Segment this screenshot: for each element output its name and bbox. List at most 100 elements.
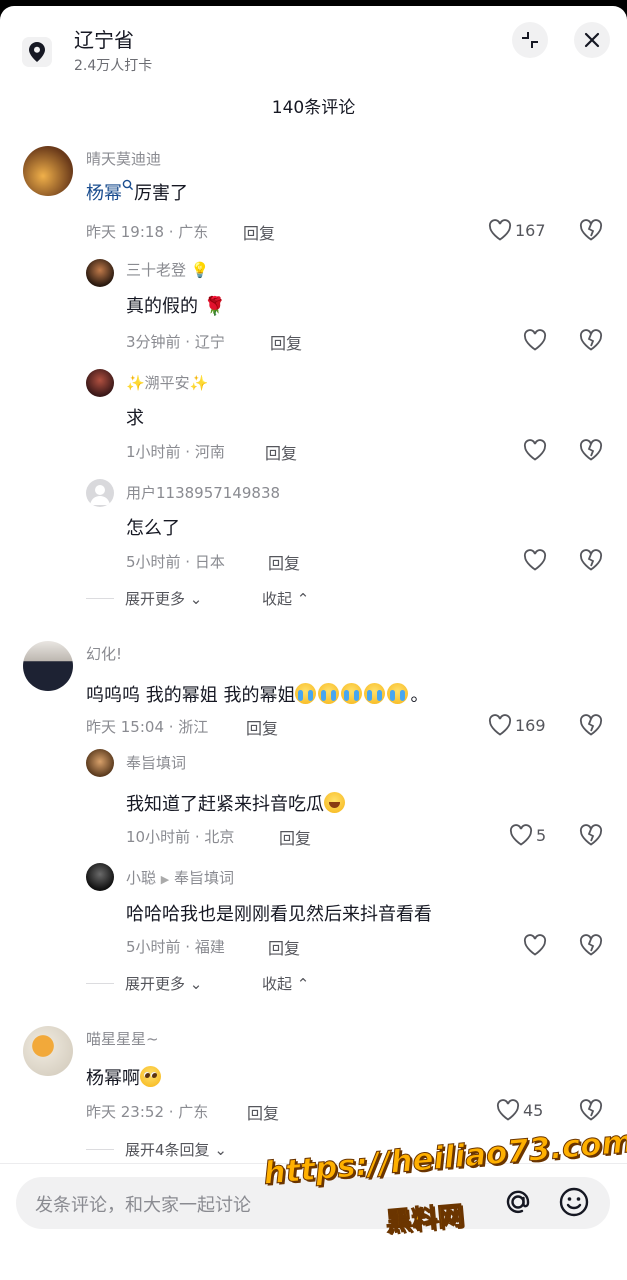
minimize-button[interactable] bbox=[512, 22, 548, 58]
heart-icon bbox=[523, 439, 547, 461]
crying-face-icon bbox=[295, 683, 317, 704]
broken-heart-icon bbox=[579, 934, 603, 956]
avatar[interactable] bbox=[23, 1026, 73, 1076]
chevron-up-icon: ⌃ bbox=[296, 590, 310, 608]
reply-username[interactable]: 奉旨填词 bbox=[126, 752, 186, 773]
reply-username[interactable]: 小聪 ▶ 奉旨填词 bbox=[126, 867, 234, 888]
close-icon bbox=[584, 32, 600, 48]
comment-username[interactable]: 晴天莫迪迪 bbox=[86, 148, 161, 169]
lightbulb-icon: 💡 bbox=[190, 261, 210, 279]
heart-icon bbox=[488, 714, 512, 736]
comment-body: 杨幂啊 bbox=[86, 1068, 140, 1089]
collapse-button[interactable]: 收起 ⌃ bbox=[262, 588, 309, 609]
avatar[interactable] bbox=[23, 641, 73, 691]
crying-face-icon bbox=[318, 683, 340, 704]
reply-to-arrow-icon: ▶ bbox=[160, 873, 170, 886]
avatar[interactable] bbox=[86, 863, 114, 891]
avatar[interactable] bbox=[86, 749, 114, 777]
avatar[interactable] bbox=[86, 369, 114, 397]
avatar[interactable] bbox=[86, 479, 114, 507]
comment-meta: 昨天 23:52 · 广东 bbox=[86, 1103, 209, 1121]
comment-body-suffix: 。 bbox=[410, 685, 429, 706]
reply-button[interactable]: 回复 bbox=[270, 330, 302, 354]
like-button[interactable] bbox=[523, 934, 547, 960]
comment-count-title: 140条评论 bbox=[271, 98, 356, 118]
comment-text: 呜呜呜 我的幂姐 我的幂姐 。 bbox=[86, 681, 428, 707]
reply-meta: 1小时前 · 河南 bbox=[126, 443, 225, 461]
reply-button[interactable]: 回复 bbox=[265, 440, 297, 464]
mention-link[interactable]: 杨幂 bbox=[86, 183, 122, 204]
like-button[interactable]: 5 bbox=[509, 824, 546, 846]
reply-button[interactable]: 回复 bbox=[247, 1100, 279, 1124]
at-sign-icon bbox=[506, 1190, 530, 1213]
dislike-button[interactable] bbox=[579, 219, 603, 245]
location-pin-icon bbox=[22, 37, 52, 67]
chevron-down-icon: ⌄ bbox=[189, 975, 203, 993]
laughing-face-icon bbox=[324, 792, 345, 813]
broken-heart-icon bbox=[579, 549, 603, 571]
reply-text: 哈哈哈我也是刚刚看见然后来抖音看看 bbox=[126, 904, 432, 925]
comment-meta: 昨天 19:18 · 广东 bbox=[86, 223, 209, 241]
broken-heart-icon bbox=[579, 219, 603, 241]
reply-button[interactable]: 回复 bbox=[246, 715, 278, 739]
expand-replies-button[interactable]: 展开4条回复 ⌄ bbox=[125, 1139, 227, 1160]
close-button[interactable] bbox=[574, 22, 610, 58]
reply-username[interactable]: 三十老登 💡 bbox=[126, 259, 209, 280]
like-button[interactable]: 169 bbox=[488, 714, 546, 736]
expand-more-button[interactable]: 展开更多 ⌄ bbox=[125, 588, 202, 609]
like-button[interactable]: 45 bbox=[496, 1099, 543, 1121]
comment-username[interactable]: 幻化! bbox=[86, 643, 122, 664]
watermark-logo: 黑料网 bbox=[384, 1201, 465, 1239]
heart-icon bbox=[523, 329, 547, 351]
reply-button[interactable]: 回复 bbox=[268, 550, 300, 574]
dislike-button[interactable] bbox=[579, 549, 603, 575]
reply-username[interactable]: ✨溯平安✨ bbox=[126, 372, 208, 393]
broken-heart-icon bbox=[579, 439, 603, 461]
location-name[interactable]: 辽宁省 bbox=[74, 24, 134, 53]
comment-username[interactable]: 喵星星星~ bbox=[86, 1028, 159, 1049]
avatar[interactable] bbox=[23, 146, 73, 196]
like-button[interactable]: 167 bbox=[488, 219, 546, 241]
reply-meta: 10小时前 · 北京 bbox=[126, 828, 235, 846]
pleading-face-icon bbox=[140, 1066, 161, 1087]
heart-icon bbox=[523, 934, 547, 956]
collapse-button[interactable]: 收起 ⌃ bbox=[262, 973, 309, 994]
expand-more-button[interactable]: 展开更多 ⌄ bbox=[125, 973, 202, 994]
like-count: 45 bbox=[523, 1100, 544, 1120]
dislike-button[interactable] bbox=[579, 1099, 603, 1125]
dislike-button[interactable] bbox=[579, 934, 603, 960]
chevron-up-icon: ⌃ bbox=[296, 975, 310, 993]
like-button[interactable] bbox=[523, 329, 547, 355]
emoji-button[interactable] bbox=[558, 1186, 590, 1222]
dislike-button[interactable] bbox=[579, 714, 603, 740]
reply-meta: 3分钟前 · 辽宁 bbox=[126, 333, 225, 351]
comment-input-placeholder: 发条评论，和大家一起讨论 bbox=[35, 1195, 251, 1216]
dislike-button[interactable] bbox=[579, 824, 603, 850]
divider-line bbox=[86, 983, 114, 984]
reply-username[interactable]: 用户1138957149838 bbox=[126, 482, 280, 503]
divider-line bbox=[86, 598, 114, 599]
reply-button[interactable]: 回复 bbox=[279, 825, 311, 849]
broken-heart-icon bbox=[579, 329, 603, 351]
like-button[interactable] bbox=[523, 549, 547, 575]
dislike-button[interactable] bbox=[579, 329, 603, 355]
reply-button[interactable]: 回复 bbox=[243, 220, 275, 244]
like-count: 5 bbox=[536, 825, 547, 845]
broken-heart-icon bbox=[579, 824, 603, 846]
reply-text: 我知道了赶紧来抖音吃瓜 bbox=[126, 790, 347, 816]
reply-text: 真的假的 🌹 bbox=[126, 296, 227, 317]
heart-icon bbox=[509, 824, 533, 846]
crying-face-icon bbox=[341, 683, 363, 704]
reply-text: 求 bbox=[126, 408, 144, 429]
mention-button[interactable] bbox=[502, 1186, 534, 1222]
reply-button[interactable]: 回复 bbox=[268, 935, 300, 959]
broken-heart-icon bbox=[579, 1099, 603, 1121]
dislike-button[interactable] bbox=[579, 439, 603, 465]
heart-icon bbox=[488, 219, 512, 241]
default-user-icon bbox=[90, 485, 110, 505]
avatar[interactable] bbox=[86, 259, 114, 287]
like-button[interactable] bbox=[523, 439, 547, 465]
comment-body: 厉害了 bbox=[134, 183, 188, 204]
heart-icon bbox=[523, 549, 547, 571]
reply-meta: 5小时前 · 福建 bbox=[126, 938, 225, 956]
